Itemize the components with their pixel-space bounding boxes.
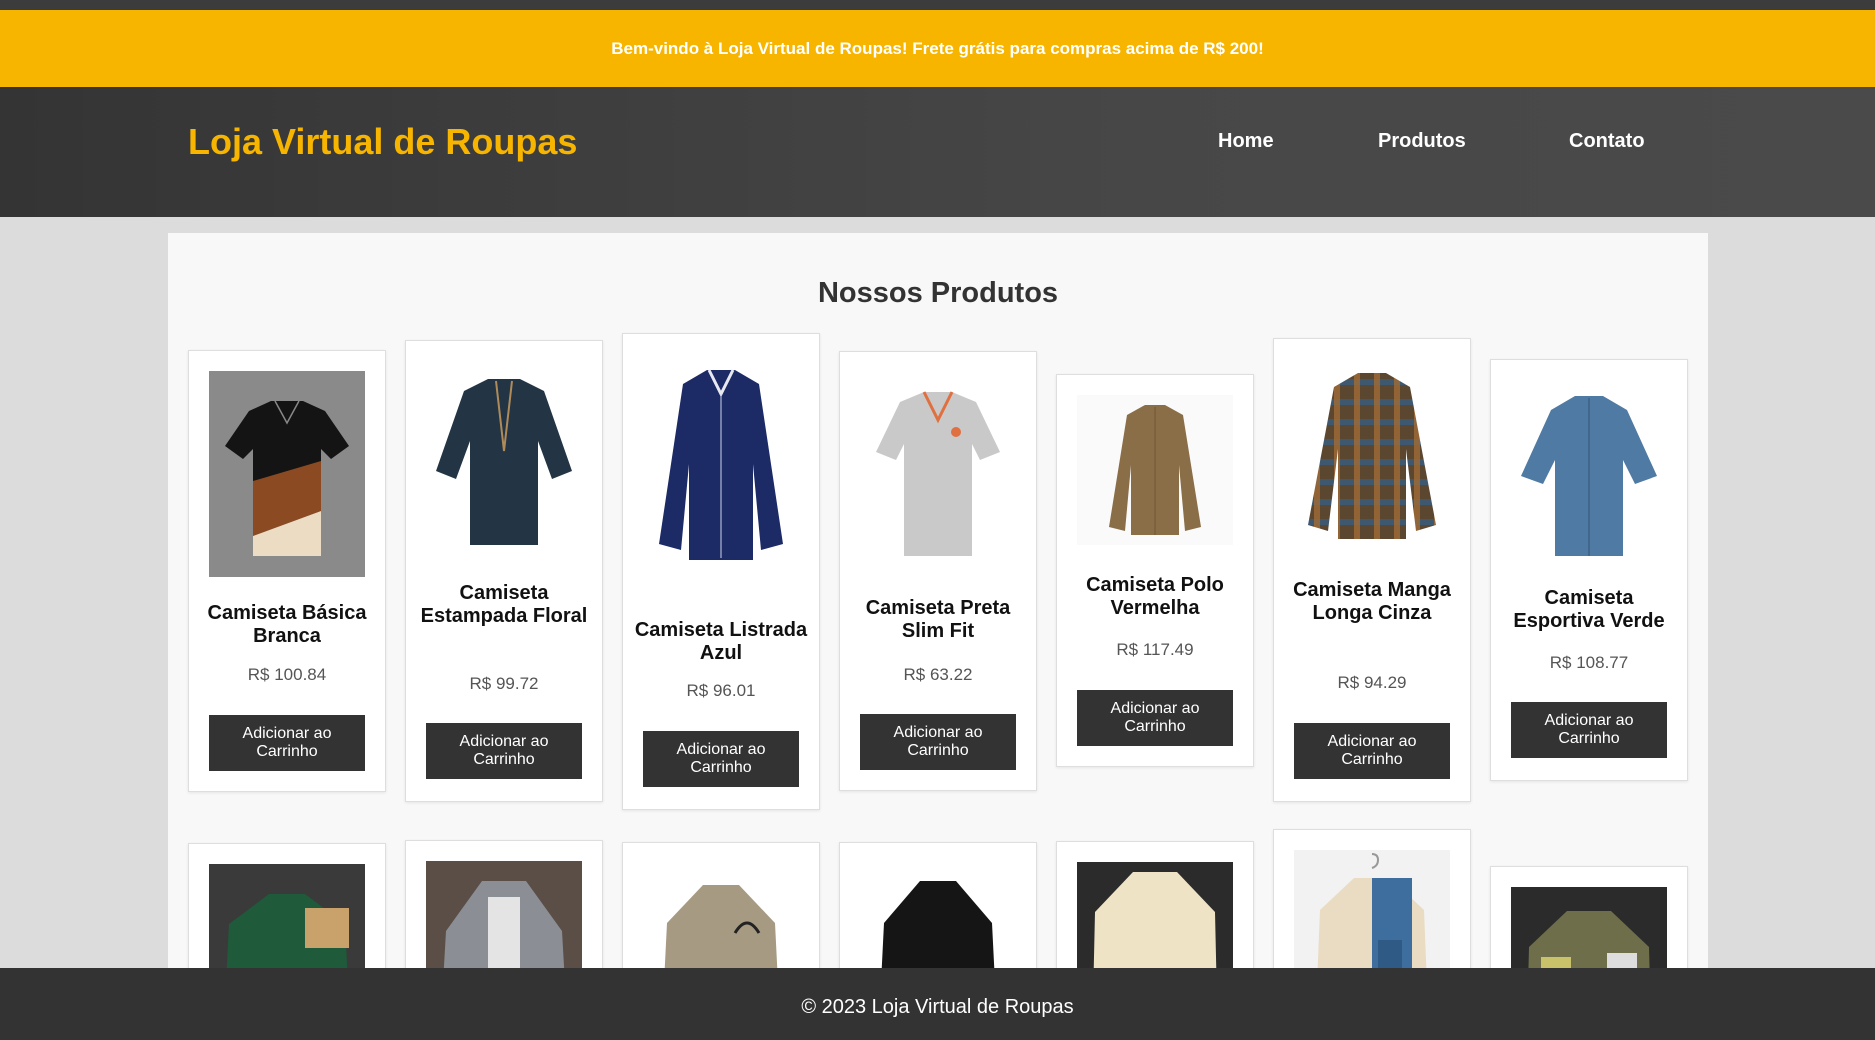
site-footer: © 2023 Loja Virtual de Roupas: [0, 968, 1875, 1040]
product-name: Camiseta Polo Vermelha: [1086, 574, 1224, 619]
product-card: Camiseta Polo Vermelha R$ 117.49 Adicion…: [1056, 374, 1254, 767]
add-to-cart-button[interactable]: Adicionar ao Carrinho: [426, 723, 582, 779]
product-card: Camiseta Esportiva Verde R$ 108.77 Adici…: [1490, 359, 1688, 781]
add-to-cart-button[interactable]: Adicionar ao Carrinho: [1077, 690, 1233, 746]
tshirt-colorblock-image[interactable]: [209, 371, 365, 577]
nav-link-home[interactable]: Home: [1218, 130, 1274, 153]
polo-gray-image[interactable]: [860, 372, 1016, 568]
product-price: R$ 100.84: [247, 665, 327, 684]
product-name: Camiseta Listrada Azul: [634, 619, 808, 664]
site-header: Loja Virtual de Roupas Home Produtos Con…: [0, 87, 1875, 217]
add-to-cart-button[interactable]: Adicionar ao Carrinho: [1294, 723, 1450, 779]
shirt-blue-image[interactable]: [1511, 380, 1667, 570]
product-name: Camiseta Preta Slim Fit: [865, 597, 1011, 642]
shirt-laceup-image[interactable]: [426, 361, 582, 557]
product-name: Camiseta Básica Branca: [207, 602, 367, 647]
products-section: Nossos Produtos Camiseta Básica Branca R…: [168, 233, 1708, 993]
shirt-plaid-image[interactable]: [1294, 359, 1450, 549]
add-to-cart-button[interactable]: Adicionar ao Carrinho: [209, 715, 365, 771]
nav-link-contato[interactable]: Contato: [1569, 130, 1645, 153]
section-title: Nossos Produtos: [817, 277, 1059, 309]
shirt-khaki-image[interactable]: [1077, 395, 1233, 545]
product-name: Camiseta Estampada Floral: [420, 582, 588, 627]
top-strip: [0, 0, 1875, 10]
product-name: Camiseta Esportiva Verde: [1513, 587, 1665, 632]
product-name: Camiseta Manga Longa Cinza: [1293, 579, 1451, 624]
product-card: Camiseta Básica Branca R$ 100.84 Adicion…: [188, 350, 386, 792]
product-price: R$ 96.01: [686, 681, 756, 700]
promo-text: Bem-vindo à Loja Virtual de Roupas! Fret…: [611, 38, 1264, 58]
add-to-cart-button[interactable]: Adicionar ao Carrinho: [860, 714, 1016, 770]
add-to-cart-button[interactable]: Adicionar ao Carrinho: [643, 731, 799, 787]
product-price: R$ 117.49: [1116, 640, 1194, 659]
product-card: Camiseta Manga Longa Cinza R$ 94.29 Adic…: [1273, 338, 1471, 802]
brand-logo[interactable]: Loja Virtual de Roupas: [188, 121, 577, 163]
product-price: R$ 99.72: [469, 674, 539, 693]
product-card: Camiseta Preta Slim Fit R$ 63.22 Adicion…: [839, 351, 1037, 791]
product-card: Camiseta Listrada Azul R$ 96.01 Adiciona…: [622, 333, 820, 810]
shirt-navy-image[interactable]: [643, 354, 799, 580]
nav-link-produtos[interactable]: Produtos: [1378, 130, 1466, 153]
product-price: R$ 108.77: [1549, 653, 1629, 672]
product-card: Camiseta Estampada Floral R$ 99.72 Adici…: [405, 340, 603, 802]
product-price: R$ 63.22: [903, 665, 973, 684]
footer-text: © 2023 Loja Virtual de Roupas: [801, 995, 1074, 1018]
product-price: R$ 94.29: [1337, 673, 1407, 692]
promo-banner: Bem-vindo à Loja Virtual de Roupas! Fret…: [0, 10, 1875, 87]
add-to-cart-button[interactable]: Adicionar ao Carrinho: [1511, 702, 1667, 758]
